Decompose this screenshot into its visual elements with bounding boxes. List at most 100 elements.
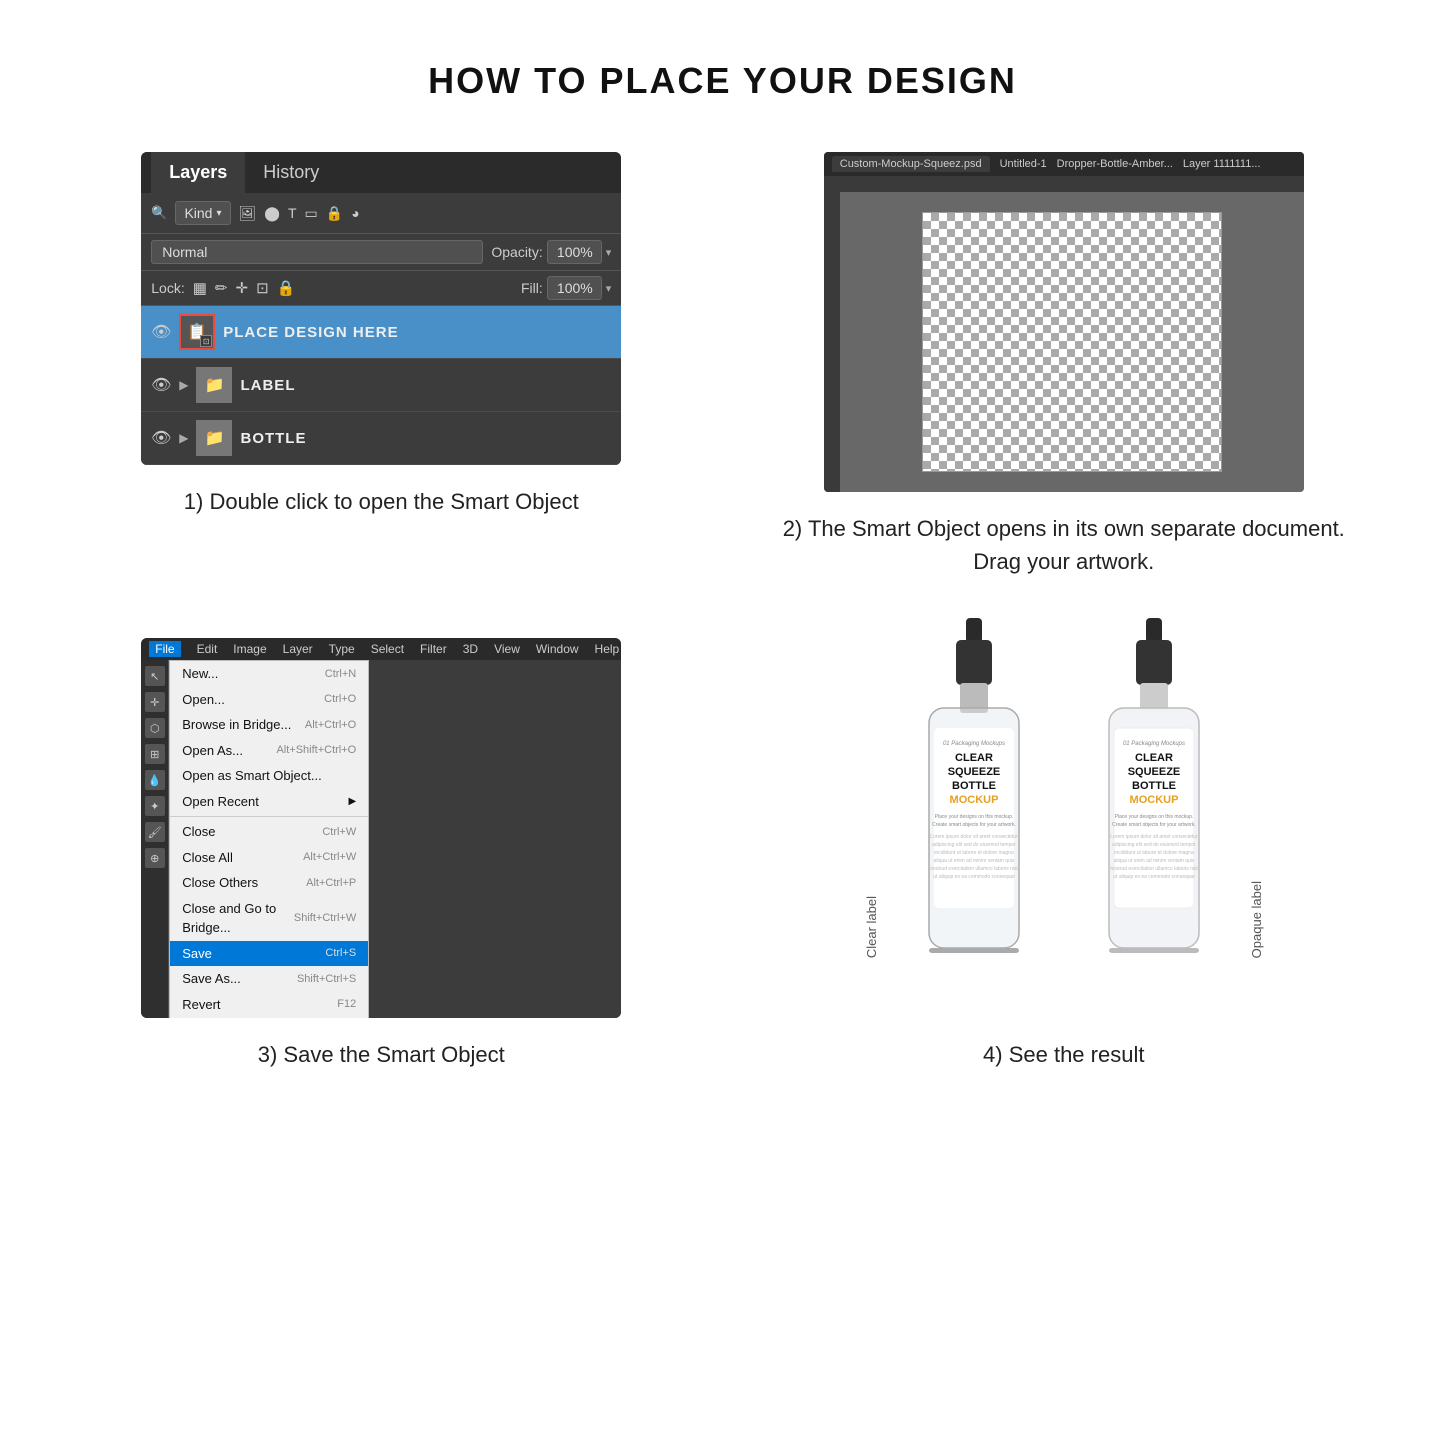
menu-file[interactable]: File bbox=[149, 641, 180, 657]
tool-crop[interactable]: ⊞ bbox=[145, 744, 165, 764]
history-tab[interactable]: History bbox=[245, 152, 337, 193]
ps-menu-body: ↖ ✛ ⬡ ⊞ 💧 ✦ 🖌 ⊕ New...Ct bbox=[141, 660, 621, 1018]
svg-text:aliqua ut enim ad minim veniam: aliqua ut enim ad minim veniam quis bbox=[1113, 858, 1194, 864]
ps-tabs: Layers History bbox=[141, 152, 621, 193]
menu-filter[interactable]: Filter bbox=[420, 642, 447, 656]
lock-fill-row: Lock: ▦ ✏ ✛ ⊡ 🔒 Fill: 100% ▾ bbox=[141, 271, 621, 306]
tool-select[interactable]: ↖ bbox=[145, 666, 165, 686]
tool-lasso[interactable]: ⬡ bbox=[145, 718, 165, 738]
step-4-image: Clear label 01 Packaging Mockups bbox=[763, 638, 1366, 1018]
clear-label-text: Clear label bbox=[864, 896, 879, 958]
menu-help[interactable]: Help bbox=[595, 642, 620, 656]
menu-select[interactable]: Select bbox=[371, 642, 404, 656]
menu-item-revert[interactable]: RevertF12 bbox=[170, 992, 368, 1018]
svg-text:Place your designs on this moc: Place your designs on this mockup. bbox=[1114, 814, 1193, 820]
layer-visibility-3[interactable]: 👁 bbox=[151, 428, 171, 448]
menu-item-close-others[interactable]: Close OthersAlt+Ctrl+P bbox=[170, 870, 368, 896]
svg-text:CLEAR: CLEAR bbox=[955, 752, 993, 764]
tool-heal[interactable]: ✦ bbox=[145, 796, 165, 816]
menu-item-browse-bridge[interactable]: Browse in Bridge...Alt+Ctrl+O bbox=[170, 712, 368, 738]
layer-bottle[interactable]: 👁 ▶ 📁 BOTTLE bbox=[141, 412, 621, 465]
lock-icon-brush[interactable]: ✏ bbox=[215, 279, 228, 297]
menu-item-save[interactable]: SaveCtrl+S bbox=[170, 941, 368, 967]
lock-icon-artboard[interactable]: ⊡ bbox=[256, 279, 269, 297]
opacity-value[interactable]: 100% bbox=[547, 240, 602, 264]
layer-visibility-1[interactable]: 👁 bbox=[151, 322, 171, 342]
layer-thumb-1: 📋 ⊡ bbox=[179, 314, 215, 350]
doc-tab-4: Layer 1111111... bbox=[1183, 158, 1261, 170]
doc-tab-3: Dropper-Bottle-Amber... bbox=[1057, 158, 1173, 170]
lock-icon-pixels[interactable]: ▦ bbox=[193, 279, 207, 297]
step-4: Clear label 01 Packaging Mockups bbox=[763, 638, 1366, 1071]
menu-window[interactable]: Window bbox=[536, 642, 579, 656]
menu-item-open[interactable]: Open...Ctrl+O bbox=[170, 687, 368, 713]
doc-tab-2: Untitled-1 bbox=[1000, 158, 1047, 170]
steps-grid: Layers History 🔍 Kind ▾ 🖼 ⬤ T ▭ 🔒 ◕ bbox=[80, 152, 1365, 1071]
opacity-control: Opacity: 100% ▾ bbox=[491, 240, 611, 264]
svg-text:Place your designs on this moc: Place your designs on this mockup. bbox=[934, 814, 1013, 820]
menu-item-save-as[interactable]: Save As...Shift+Ctrl+S bbox=[170, 966, 368, 992]
step-3-label: 3) Save the Smart Object bbox=[258, 1038, 505, 1071]
tool-brush[interactable]: 🖌 bbox=[145, 822, 165, 842]
ps-menu-bar: File Edit Image Layer Type Select Filter… bbox=[141, 638, 621, 660]
kind-dropdown[interactable]: Kind ▾ bbox=[175, 201, 230, 225]
layer-name-1: PLACE DESIGN HERE bbox=[223, 324, 398, 341]
ps-document: Custom-Mockup-Squeez.psd Untitled-1 Drop… bbox=[824, 152, 1304, 492]
menu-item-new[interactable]: New...Ctrl+N bbox=[170, 661, 368, 687]
menu-item-close-all[interactable]: Close AllAlt+Ctrl+W bbox=[170, 845, 368, 871]
bottle-opaque: Opaque label 01 Packaging Mockups bbox=[1074, 618, 1234, 998]
menu-layer[interactable]: Layer bbox=[283, 642, 313, 656]
smart-object-canvas bbox=[922, 212, 1222, 472]
ps-kind-row: 🔍 Kind ▾ 🖼 ⬤ T ▭ 🔒 ◕ bbox=[141, 193, 621, 234]
layer-name-3: BOTTLE bbox=[240, 430, 306, 447]
step-4-label: 4) See the result bbox=[983, 1038, 1144, 1071]
menu-item-close-bridge[interactable]: Close and Go to Bridge...Shift+Ctrl+W bbox=[170, 896, 368, 941]
smart-obj-badge: ⊡ bbox=[200, 335, 212, 347]
menu-type[interactable]: Type bbox=[329, 642, 355, 656]
fill-control: Fill: 100% ▾ bbox=[521, 276, 611, 300]
icon-circle: ⬤ bbox=[264, 205, 280, 222]
layer-visibility-2[interactable]: 👁 bbox=[151, 375, 171, 395]
menu-edit[interactable]: Edit bbox=[197, 642, 218, 656]
opaque-label-text: Opaque label bbox=[1249, 881, 1264, 958]
svg-text:MOCKUP: MOCKUP bbox=[949, 794, 998, 806]
step-3: File Edit Image Layer Type Select Filter… bbox=[80, 638, 683, 1071]
ps-tool-sidebar: ↖ ✛ ⬡ ⊞ 💧 ✦ 🖌 ⊕ bbox=[141, 660, 169, 1018]
layer-label[interactable]: 👁 ▶ 📁 LABEL bbox=[141, 359, 621, 412]
menu-item-open-as[interactable]: Open As...Alt+Shift+Ctrl+O bbox=[170, 738, 368, 764]
ps-file-menu-window: File Edit Image Layer Type Select Filter… bbox=[141, 638, 621, 1018]
svg-text:nostrud exercitation ullamco l: nostrud exercitation ullamco laboris nis… bbox=[930, 866, 1017, 872]
step-1-label: 1) Double click to open the Smart Object bbox=[184, 485, 579, 518]
layers-tab[interactable]: Layers bbox=[151, 152, 245, 193]
svg-text:Lorem ipsum dolor sit amet con: Lorem ipsum dolor sit amet consectetur bbox=[930, 834, 1018, 840]
icon-adjustment: ◕ bbox=[351, 205, 359, 221]
svg-text:Lorem ipsum dolor sit amet con: Lorem ipsum dolor sit amet consectetur bbox=[1110, 834, 1198, 840]
menu-image[interactable]: Image bbox=[233, 642, 266, 656]
layer-arrow-3[interactable]: ▶ bbox=[179, 431, 188, 445]
opacity-label: Opacity: bbox=[491, 244, 542, 260]
tool-stamp[interactable]: ⊕ bbox=[145, 848, 165, 868]
lock-icon-all[interactable]: 🔒 bbox=[277, 279, 296, 297]
icon-shape: ▭ bbox=[305, 205, 318, 222]
fill-value[interactable]: 100% bbox=[547, 276, 602, 300]
layer-place-design[interactable]: 👁 📋 ⊡ PLACE DESIGN HERE bbox=[141, 306, 621, 359]
menu-3d[interactable]: 3D bbox=[463, 642, 478, 656]
menu-item-close[interactable]: CloseCtrl+W bbox=[170, 819, 368, 845]
blend-mode-dropdown[interactable]: Normal bbox=[151, 240, 483, 264]
tool-dropper[interactable]: 💧 bbox=[145, 770, 165, 790]
page-title: HOW TO PLACE YOUR DESIGN bbox=[80, 60, 1365, 102]
tool-move[interactable]: ✛ bbox=[145, 692, 165, 712]
svg-text:01 Packaging Mockups: 01 Packaging Mockups bbox=[943, 741, 1005, 747]
lock-icon-move[interactable]: ✛ bbox=[235, 279, 248, 297]
layer-arrow-2[interactable]: ▶ bbox=[179, 378, 188, 392]
step-1: Layers History 🔍 Kind ▾ 🖼 ⬤ T ▭ 🔒 ◕ bbox=[80, 152, 683, 578]
svg-text:SQUEEZE: SQUEEZE bbox=[947, 766, 1000, 778]
menu-item-open-recent[interactable]: Open Recent▶ bbox=[170, 789, 368, 815]
doc-tab-1: Custom-Mockup-Squeez.psd bbox=[832, 156, 990, 172]
step-3-image: File Edit Image Layer Type Select Filter… bbox=[80, 638, 683, 1018]
menu-view[interactable]: View bbox=[494, 642, 520, 656]
svg-text:ut aliquip ex ea commodo conse: ut aliquip ex ea commodo consequat bbox=[933, 874, 1015, 880]
opaque-bottle-svg: 01 Packaging Mockups CLEAR SQUEEZE BOTTL… bbox=[1074, 618, 1234, 998]
icon-smart: 🔒 bbox=[326, 205, 343, 222]
menu-item-open-smart[interactable]: Open as Smart Object... bbox=[170, 763, 368, 789]
